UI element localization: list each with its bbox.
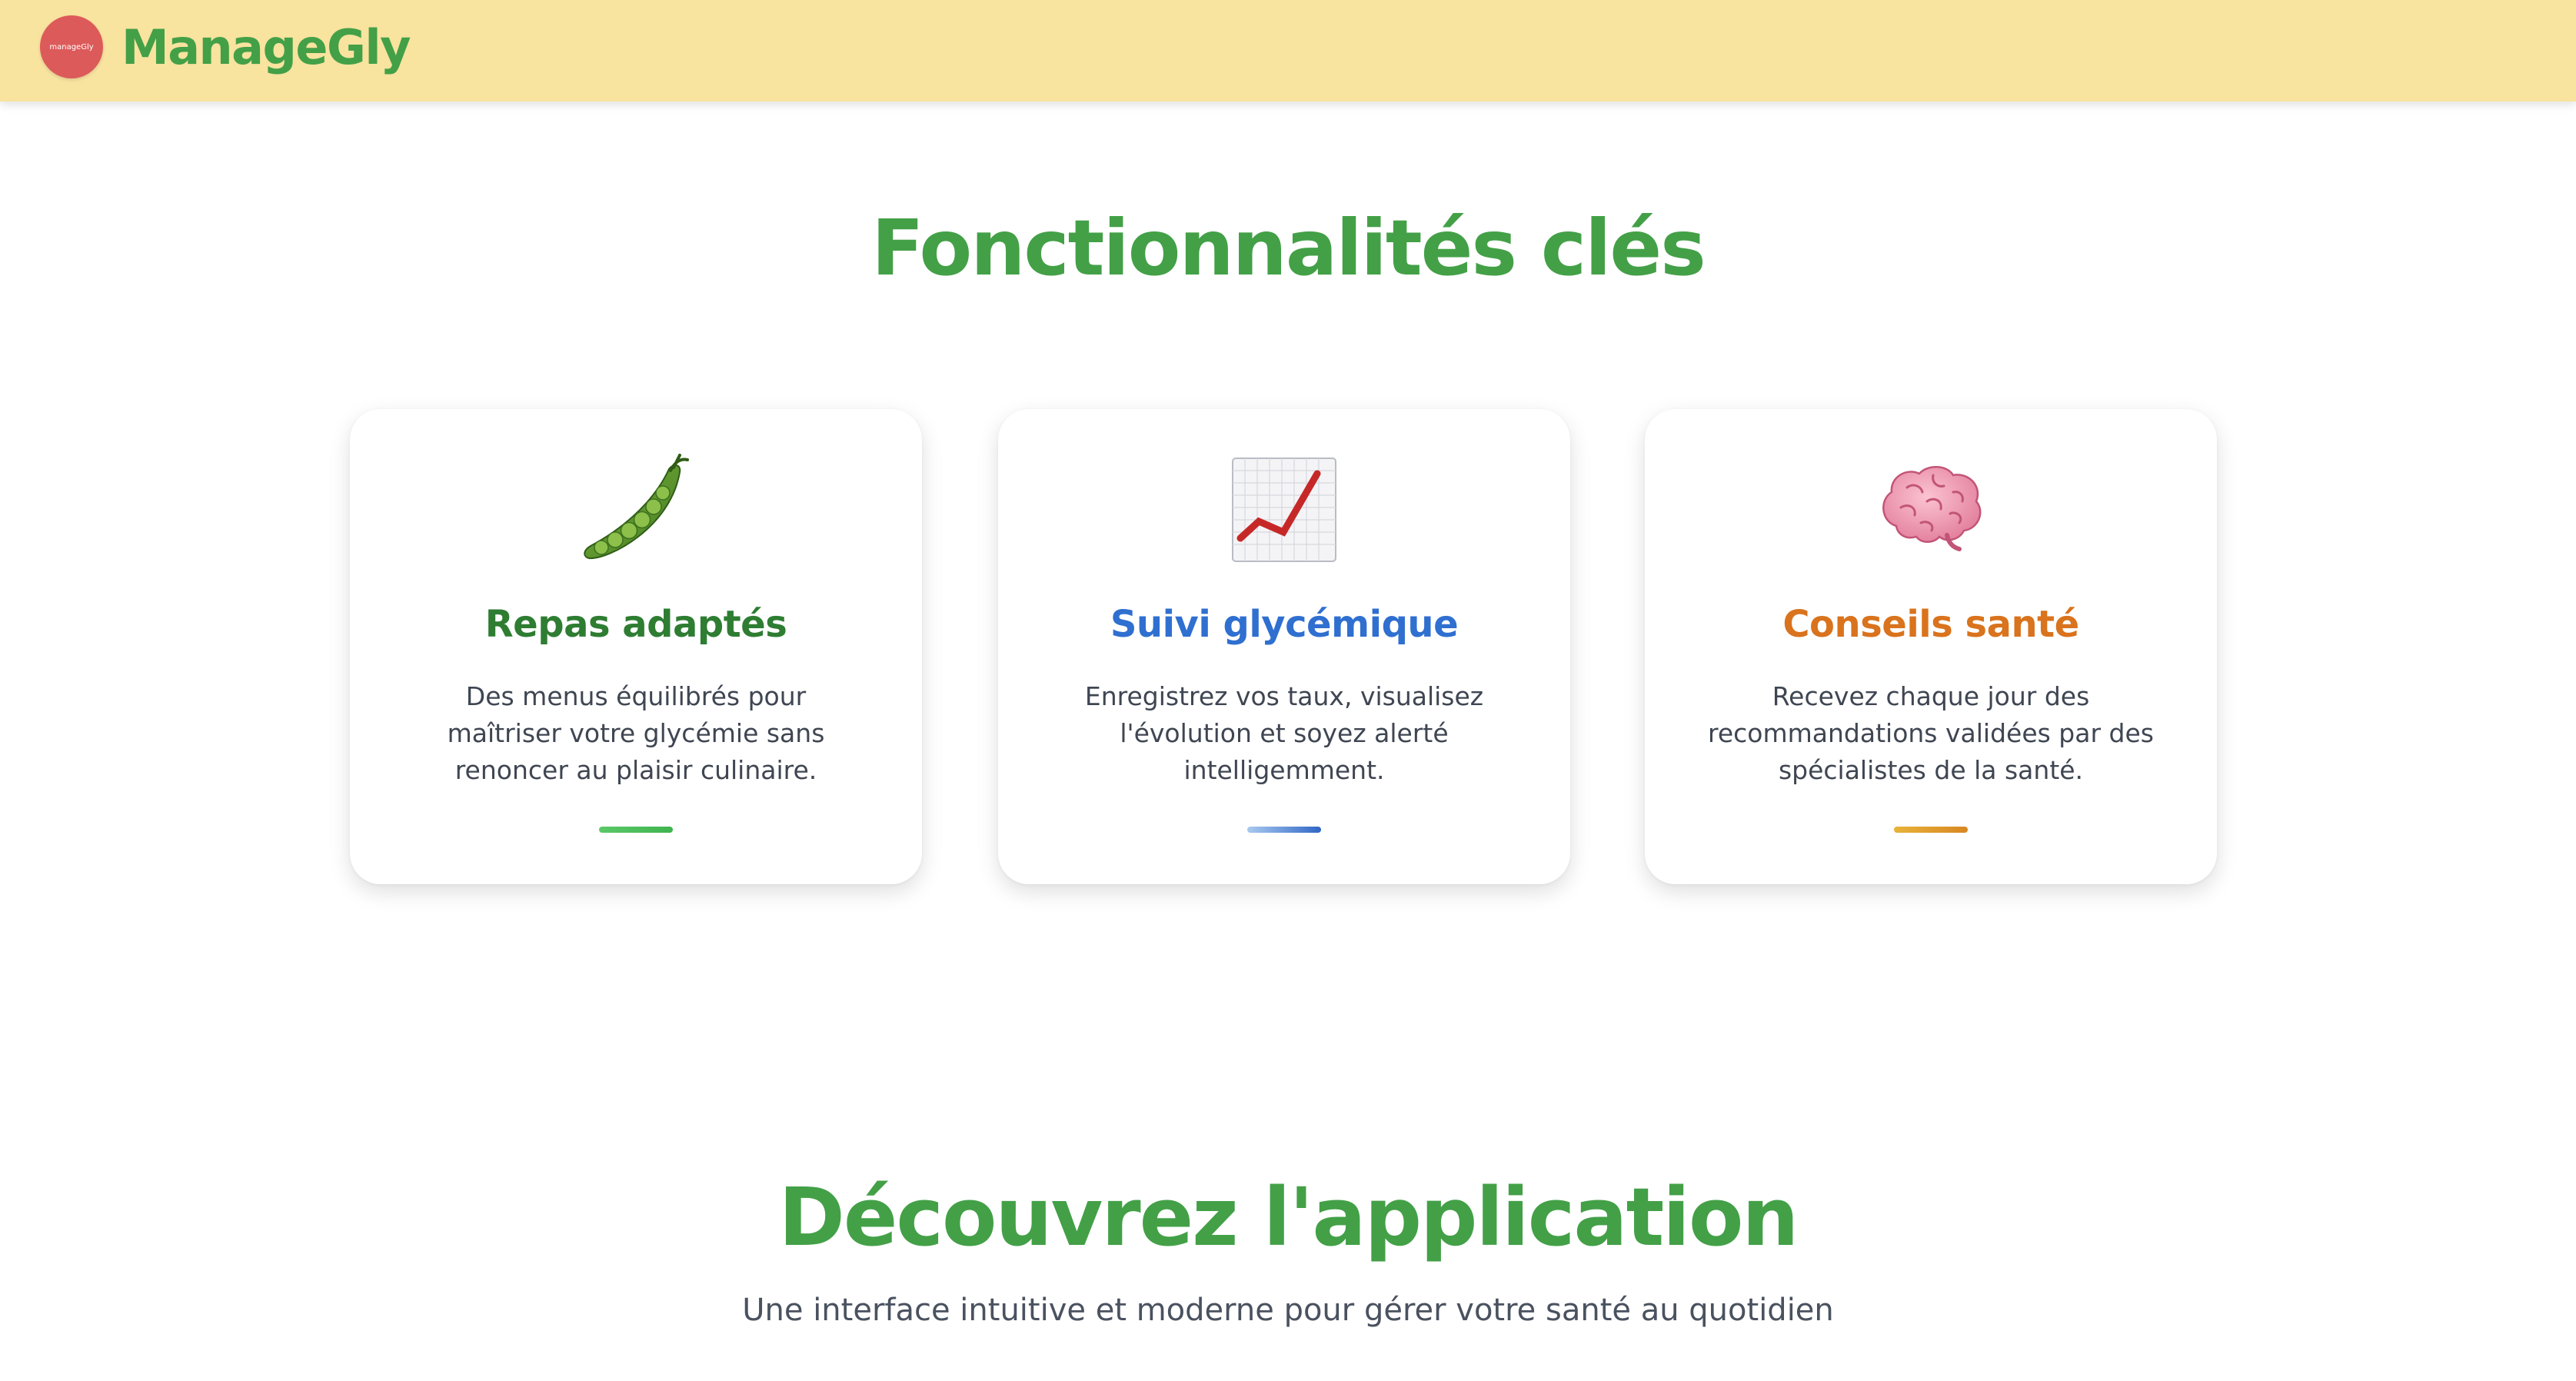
discover-title: Découvrez l'application xyxy=(778,1170,1799,1264)
card-accent-bar xyxy=(1894,827,1968,833)
feature-card-health-tips: Conseils santé Recevez chaque jour des r… xyxy=(1645,409,2217,884)
chart-increasing-icon xyxy=(998,452,1570,567)
card-accent-bar xyxy=(1247,827,1321,833)
card-title: Suivi glycémique xyxy=(1110,603,1459,646)
brain-icon xyxy=(1645,452,2217,567)
pea-pod-icon xyxy=(350,452,922,567)
brand-name: ManageGly xyxy=(121,18,411,75)
card-title: Conseils santé xyxy=(1782,603,2079,646)
logo-text: manageGly xyxy=(49,42,94,52)
card-description: Enregistrez vos taux, visualisez l'évolu… xyxy=(1084,681,1484,785)
discover-subtitle: Une interface intuitive et moderne pour … xyxy=(742,1293,1834,1328)
card-accent-bar xyxy=(599,827,673,833)
feature-card-meals: Repas adaptés Des menus équilibrés pour … xyxy=(350,409,922,884)
card-title: Repas adaptés xyxy=(484,603,787,646)
feature-card-glucose-tracking: Suivi glycémique Enregistrez vos taux, v… xyxy=(998,409,1570,884)
top-navbar: manageGly ManageGly xyxy=(0,0,2576,101)
card-description: Recevez chaque jour des recommandations … xyxy=(1708,681,2154,785)
brand-home-link[interactable]: manageGly ManageGly xyxy=(40,15,411,78)
logo-icon: manageGly xyxy=(40,15,103,78)
card-description: Des menus équilibrés pour maîtriser votr… xyxy=(447,681,825,785)
features-title: Fonctionnalités clés xyxy=(871,203,1706,293)
